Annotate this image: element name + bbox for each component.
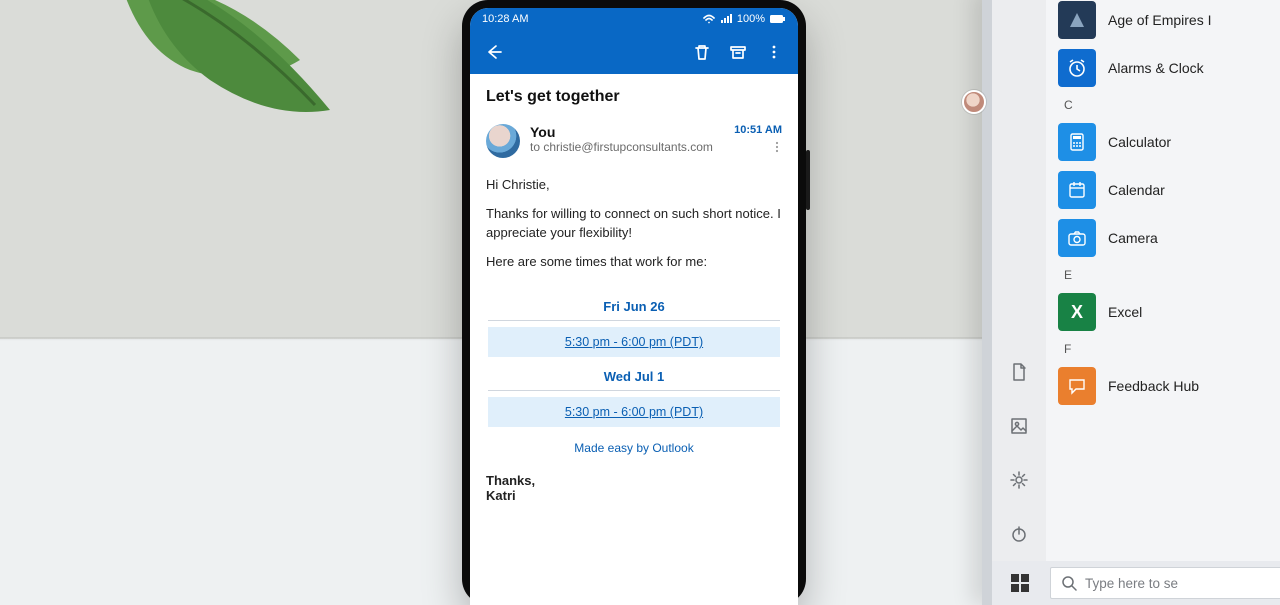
email-paragraph-1: Thanks for willing to connect on such sh… — [486, 205, 782, 243]
signature-thanks: Thanks, — [486, 473, 782, 488]
email-signature: Thanks, Katri — [470, 467, 798, 517]
battery-icon — [770, 14, 786, 24]
email-toolbar — [470, 30, 798, 74]
camera-icon — [1066, 227, 1088, 249]
calculator-icon — [1066, 131, 1088, 153]
email-greeting: Hi Christie, — [486, 176, 782, 195]
app-label: Excel — [1108, 304, 1142, 320]
email-paragraph-2: Here are some times that work for me: — [486, 253, 782, 272]
app-alarms-clock[interactable]: Alarms & Clock — [1052, 44, 1280, 92]
app-label: Feedback Hub — [1108, 378, 1199, 394]
divider — [488, 390, 780, 391]
excel-icon: X — [1058, 293, 1096, 331]
phone-status-bar: 10:28 AM 100% — [470, 8, 798, 30]
phone-side-button — [806, 150, 810, 210]
sender-avatar[interactable] — [486, 124, 520, 158]
email-header: You to christie@firstupconsultants.com 1… — [470, 120, 798, 164]
app-calendar[interactable]: Calendar — [1052, 166, 1280, 214]
category-c: C — [1052, 92, 1280, 118]
availability-day-2: Wed Jul 1 — [478, 363, 790, 390]
archive-icon — [729, 43, 747, 61]
category-e: E — [1052, 262, 1280, 288]
availability-slot-2[interactable]: 5:30 pm - 6:00 pm (PDT) — [488, 397, 780, 427]
app-excel[interactable]: X Excel — [1052, 288, 1280, 336]
feedback-icon — [1066, 375, 1088, 397]
app-label: Alarms & Clock — [1108, 60, 1204, 76]
more-vertical-icon — [765, 43, 783, 61]
email-subject: Let's get together — [470, 74, 798, 120]
wifi-icon — [703, 14, 715, 24]
app-camera[interactable]: Camera — [1052, 214, 1280, 262]
availability-day-1: Fri Jun 26 — [478, 293, 790, 320]
message-more-button[interactable] — [770, 140, 784, 157]
recipient-line: to christie@firstupconsultants.com — [530, 140, 713, 154]
alarm-clock-icon — [1066, 57, 1088, 79]
divider — [488, 320, 780, 321]
status-time: 10:28 AM — [482, 13, 528, 25]
app-calculator[interactable]: Calculator — [1052, 118, 1280, 166]
app-label: Calendar — [1108, 182, 1165, 198]
signal-icon — [720, 14, 732, 24]
trash-icon — [693, 43, 711, 61]
start-apps-list[interactable]: Age of Empires I Alarms & Clock C Calcul… — [1046, 0, 1280, 561]
app-feedback-hub[interactable]: Feedback Hub — [1052, 362, 1280, 410]
email-body: Hi Christie, Thanks for willing to conne… — [470, 164, 798, 289]
phone-screen: 10:28 AM 100% Let's get togethe — [470, 8, 798, 605]
app-label: Age of Empires I — [1108, 12, 1212, 28]
arrow-left-icon — [484, 42, 504, 62]
sender-name: You — [530, 124, 713, 140]
archive-button[interactable] — [724, 38, 752, 66]
phone-device-frame: 10:28 AM 100% Let's get togethe — [462, 0, 806, 605]
made-easy-by-outlook[interactable]: Made easy by Outlook — [478, 433, 790, 461]
status-right: 100% — [703, 13, 786, 25]
signature-name: Katri — [486, 488, 782, 503]
back-button[interactable] — [480, 38, 508, 66]
age-of-empires-icon — [1066, 9, 1088, 31]
status-battery-text: 100% — [737, 13, 765, 25]
availability-slot-1[interactable]: 5:30 pm - 6:00 pm (PDT) — [488, 327, 780, 357]
more-vertical-icon — [770, 140, 784, 154]
document-icon — [1009, 362, 1029, 382]
calendar-icon — [1066, 179, 1088, 201]
laptop: Age of Empires I Alarms & Clock C Calcul… — [858, 0, 1280, 605]
rail-pictures-button[interactable] — [992, 399, 1046, 453]
app-label: Camera — [1108, 230, 1158, 246]
app-label: Calculator — [1108, 134, 1171, 150]
availability-block: Fri Jun 26 5:30 pm - 6:00 pm (PDT) Wed J… — [478, 293, 790, 461]
rail-documents-button[interactable] — [992, 345, 1046, 399]
picture-icon — [1009, 416, 1029, 436]
app-age-of-empires[interactable]: Age of Empires I — [1052, 0, 1280, 44]
laptop-base — [860, 485, 1280, 605]
more-button[interactable] — [760, 38, 788, 66]
start-user-avatar[interactable] — [962, 90, 986, 114]
start-rail — [992, 0, 1046, 561]
email-received-time: 10:51 AM — [734, 124, 782, 136]
decorative-leaf — [100, 0, 360, 150]
delete-button[interactable] — [688, 38, 716, 66]
category-f: F — [1052, 336, 1280, 362]
